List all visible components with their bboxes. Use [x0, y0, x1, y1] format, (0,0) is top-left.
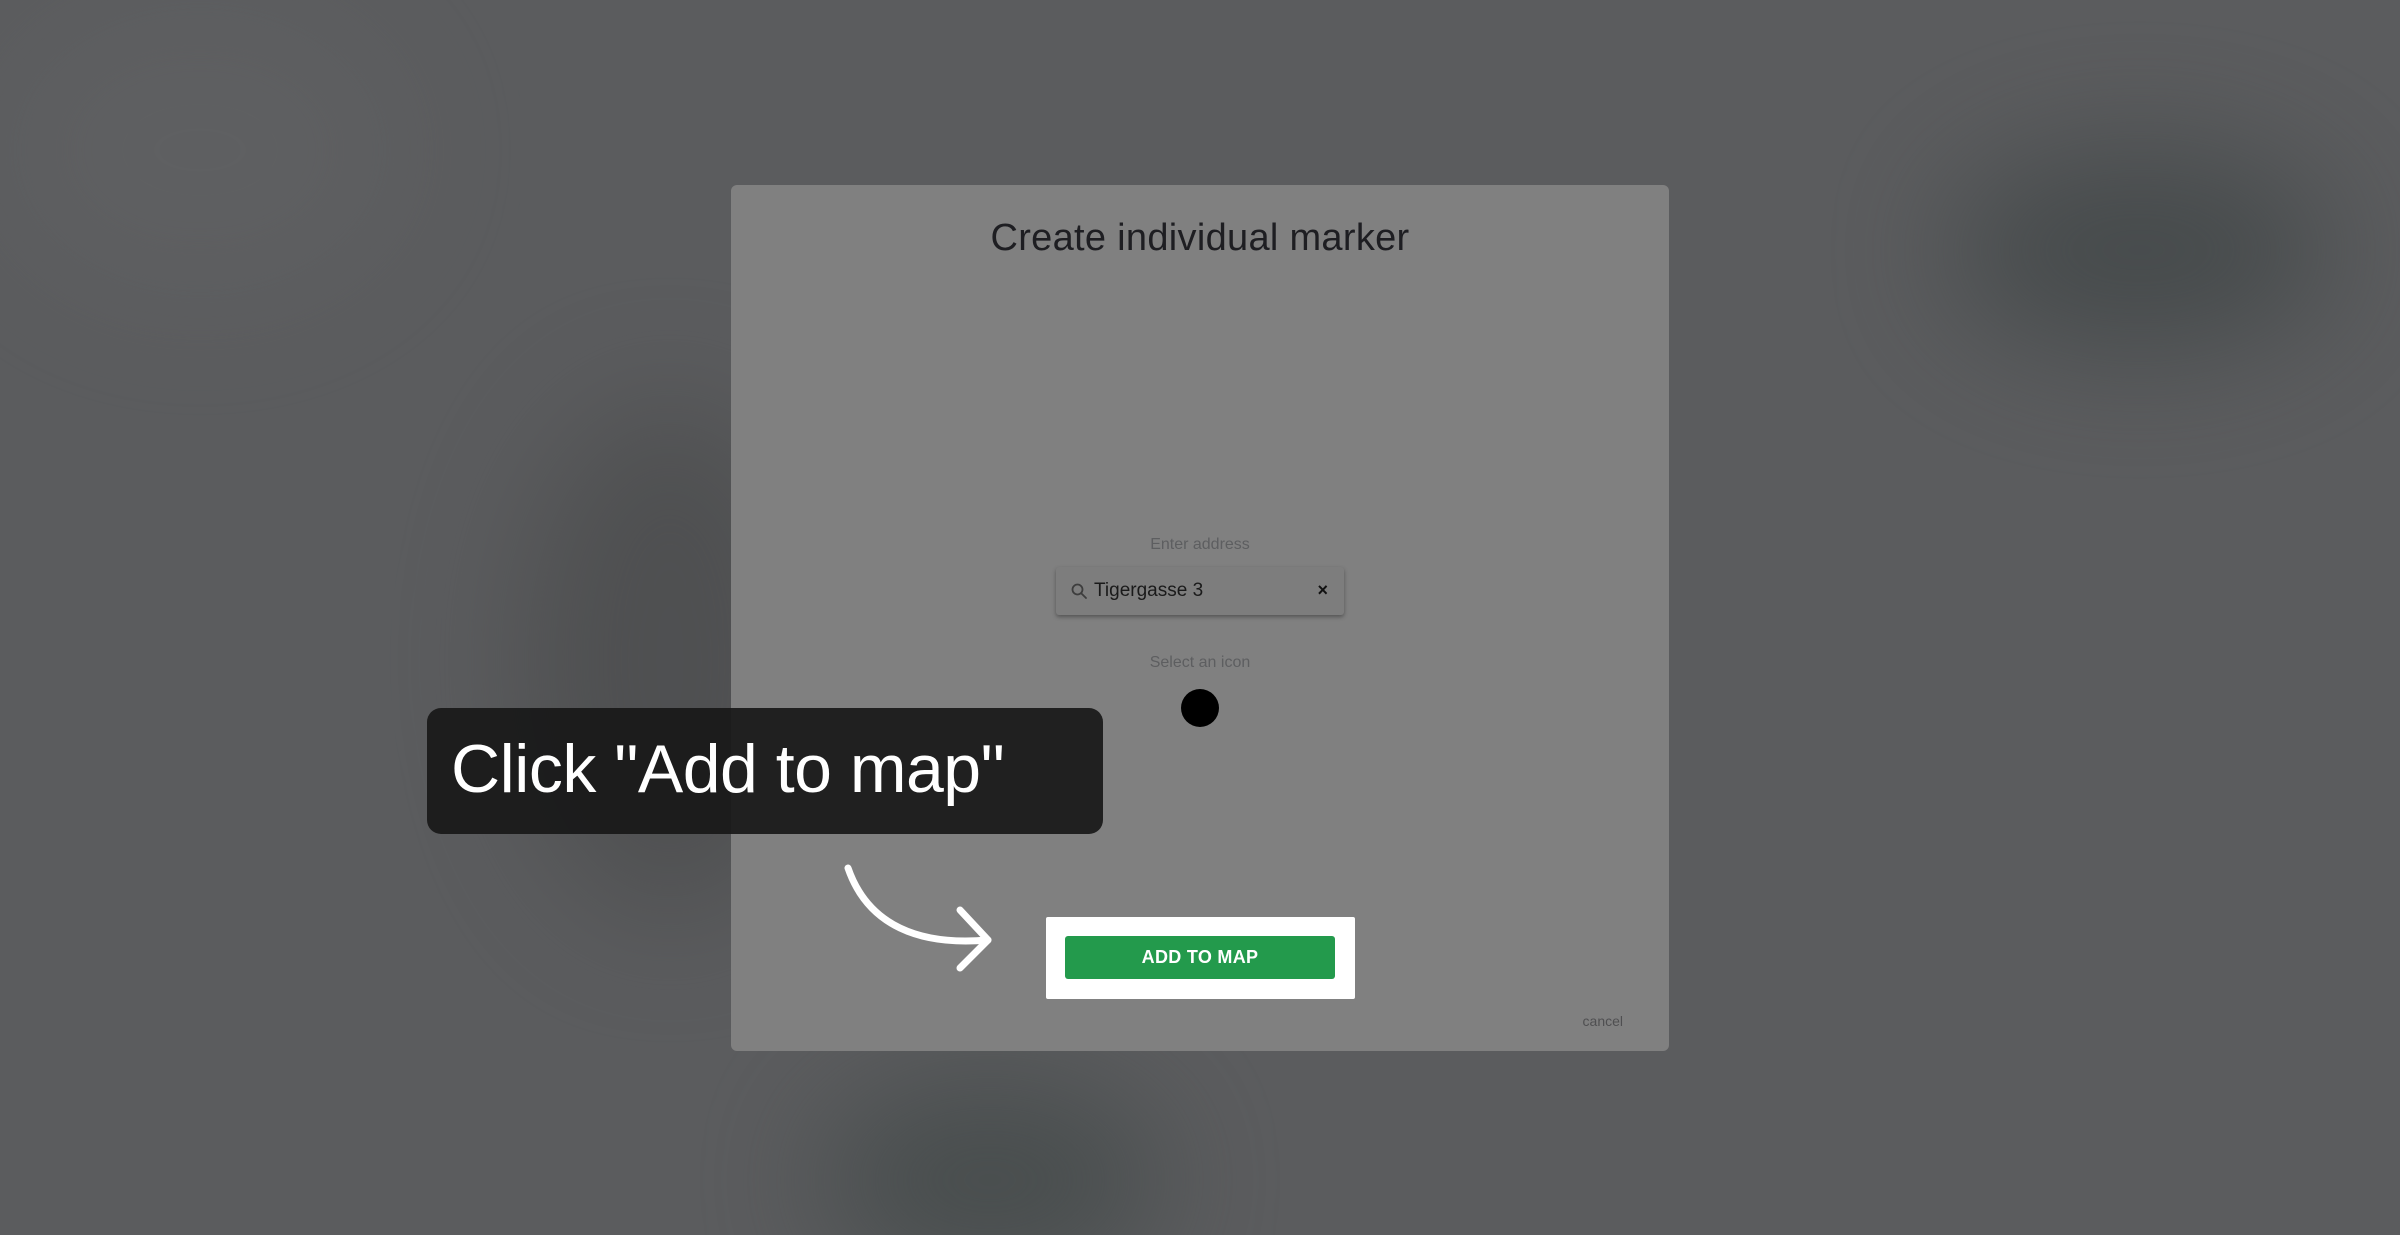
address-input[interactable]: [1094, 567, 1294, 615]
icon-select-label: Select an icon: [1149, 654, 1251, 671]
highlight-frame: ADD TO MAP: [1046, 917, 1355, 999]
address-label: Enter address: [1150, 536, 1250, 553]
address-search-field[interactable]: ×: [1056, 567, 1344, 615]
background-blur: [1950, 150, 2330, 350]
tooltip-text: Click "Add to map": [451, 731, 1005, 807]
add-to-map-button[interactable]: ADD TO MAP: [1065, 936, 1335, 979]
circle-marker-icon[interactable]: [1181, 689, 1219, 727]
close-icon[interactable]: ×: [1317, 580, 1328, 601]
instruction-tooltip: Click "Add to map": [427, 708, 1103, 834]
background-blur: [820, 1080, 1160, 1235]
cancel-link[interactable]: cancel: [1583, 1013, 1623, 1029]
curved-arrow-icon: [844, 864, 992, 972]
search-icon: [1071, 583, 1087, 599]
background-blur: [0, 0, 400, 300]
dialog-title: Create individual marker: [990, 217, 1410, 259]
